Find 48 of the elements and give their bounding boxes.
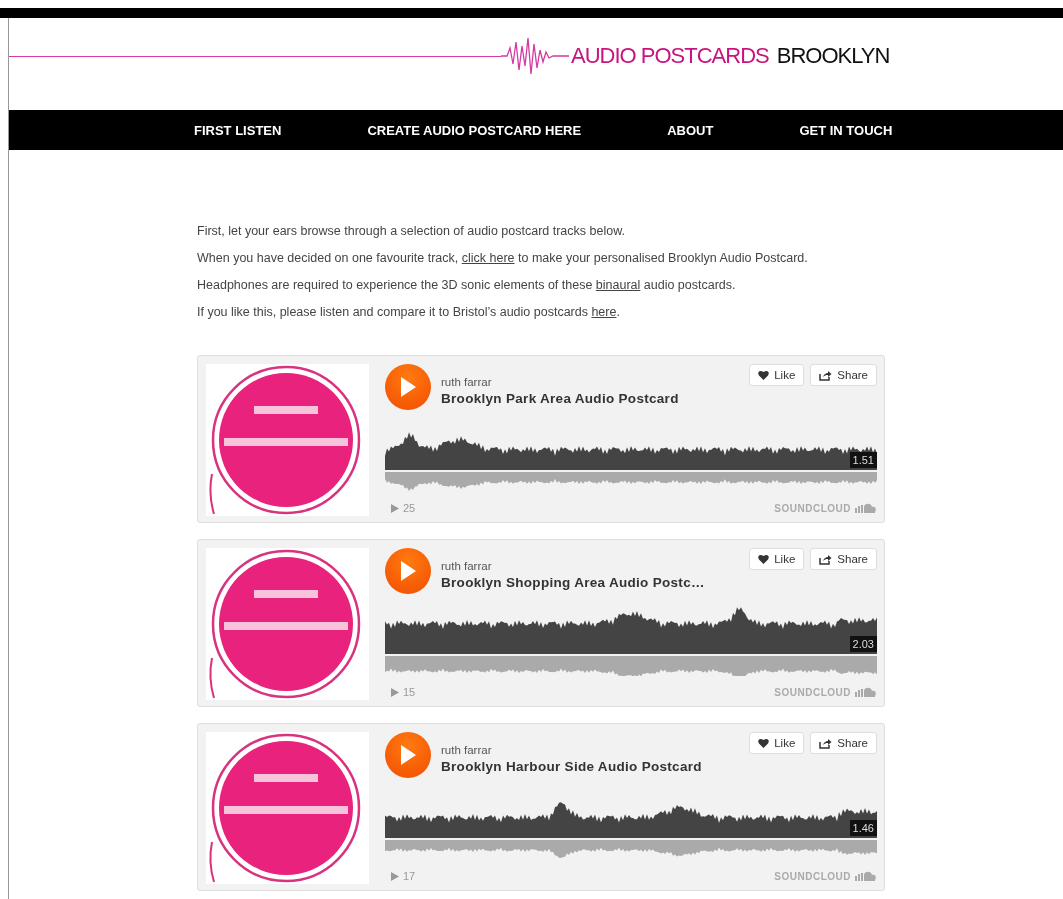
like-button[interactable]: Like <box>749 732 805 754</box>
artist-name[interactable]: ruth farrar <box>441 560 750 572</box>
play-icon <box>399 744 417 766</box>
nav-link[interactable]: GET IN TOUCH <box>799 122 893 138</box>
track-duration: 1.46 <box>849 820 877 836</box>
play-icon <box>399 560 417 582</box>
play-count: 15 <box>391 686 775 698</box>
like-button[interactable]: Like <box>749 364 805 386</box>
share-icon <box>819 369 833 381</box>
share-icon <box>819 737 833 749</box>
share-button[interactable]: Share <box>810 732 877 754</box>
artist-name[interactable]: ruth farrar <box>441 376 750 388</box>
heart-icon <box>758 370 770 380</box>
play-count-icon <box>391 687 399 697</box>
paragraph: First, let your ears browse through a selection of audio postcard tracks below. <box>197 223 626 240</box>
cloud-icon <box>855 503 877 513</box>
share-button[interactable]: Share <box>810 548 877 570</box>
play-count: 17 <box>391 870 775 882</box>
play-count-icon <box>391 503 399 513</box>
logo-text: BROOKLYN <box>776 42 890 70</box>
paragraph: Headphones are required to experience the 3D sonic elements of these binaural audio postcards. <box>197 277 737 294</box>
text-link[interactable]: binaural <box>595 278 641 292</box>
play-icon <box>399 376 417 398</box>
heart-icon <box>758 738 770 748</box>
play-count-icon <box>391 871 399 881</box>
logo-text: AUDIO POSTCARDS <box>571 42 769 70</box>
track-title[interactable]: Brooklyn Shopping Area Audio Postc… <box>441 575 750 590</box>
nav-link[interactable]: ABOUT <box>667 122 714 138</box>
paragraph: If you like this, please listen and compare it to Bristol’s audio postcards here. <box>197 304 621 321</box>
play-button[interactable] <box>385 364 431 410</box>
play-button[interactable] <box>385 548 431 594</box>
play-count: 25 <box>391 502 775 514</box>
share-button[interactable]: Share <box>810 364 877 386</box>
share-icon <box>819 553 833 565</box>
nav-link[interactable]: FIRST LISTEN <box>194 122 282 138</box>
cloud-icon <box>855 687 877 697</box>
nav-link[interactable]: CREATE AUDIO POSTCARD HERE <box>367 122 582 138</box>
track-title[interactable]: Brooklyn Harbour Side Audio Postcard <box>441 759 750 774</box>
play-button[interactable] <box>385 732 431 778</box>
track-duration: 2.03 <box>849 636 877 652</box>
text-link[interactable]: click here <box>461 251 515 265</box>
track-duration: 1.51 <box>849 452 877 468</box>
artist-name[interactable]: ruth farrar <box>441 744 750 756</box>
heart-icon <box>758 554 770 564</box>
track-title[interactable]: Brooklyn Park Area Audio Postcard <box>441 391 750 406</box>
like-button[interactable]: Like <box>749 548 805 570</box>
paragraph: When you have decided on one favourite track, click here to make your personalised Brooklyn Audio Postcard. <box>197 250 809 267</box>
cloud-icon <box>855 871 877 881</box>
